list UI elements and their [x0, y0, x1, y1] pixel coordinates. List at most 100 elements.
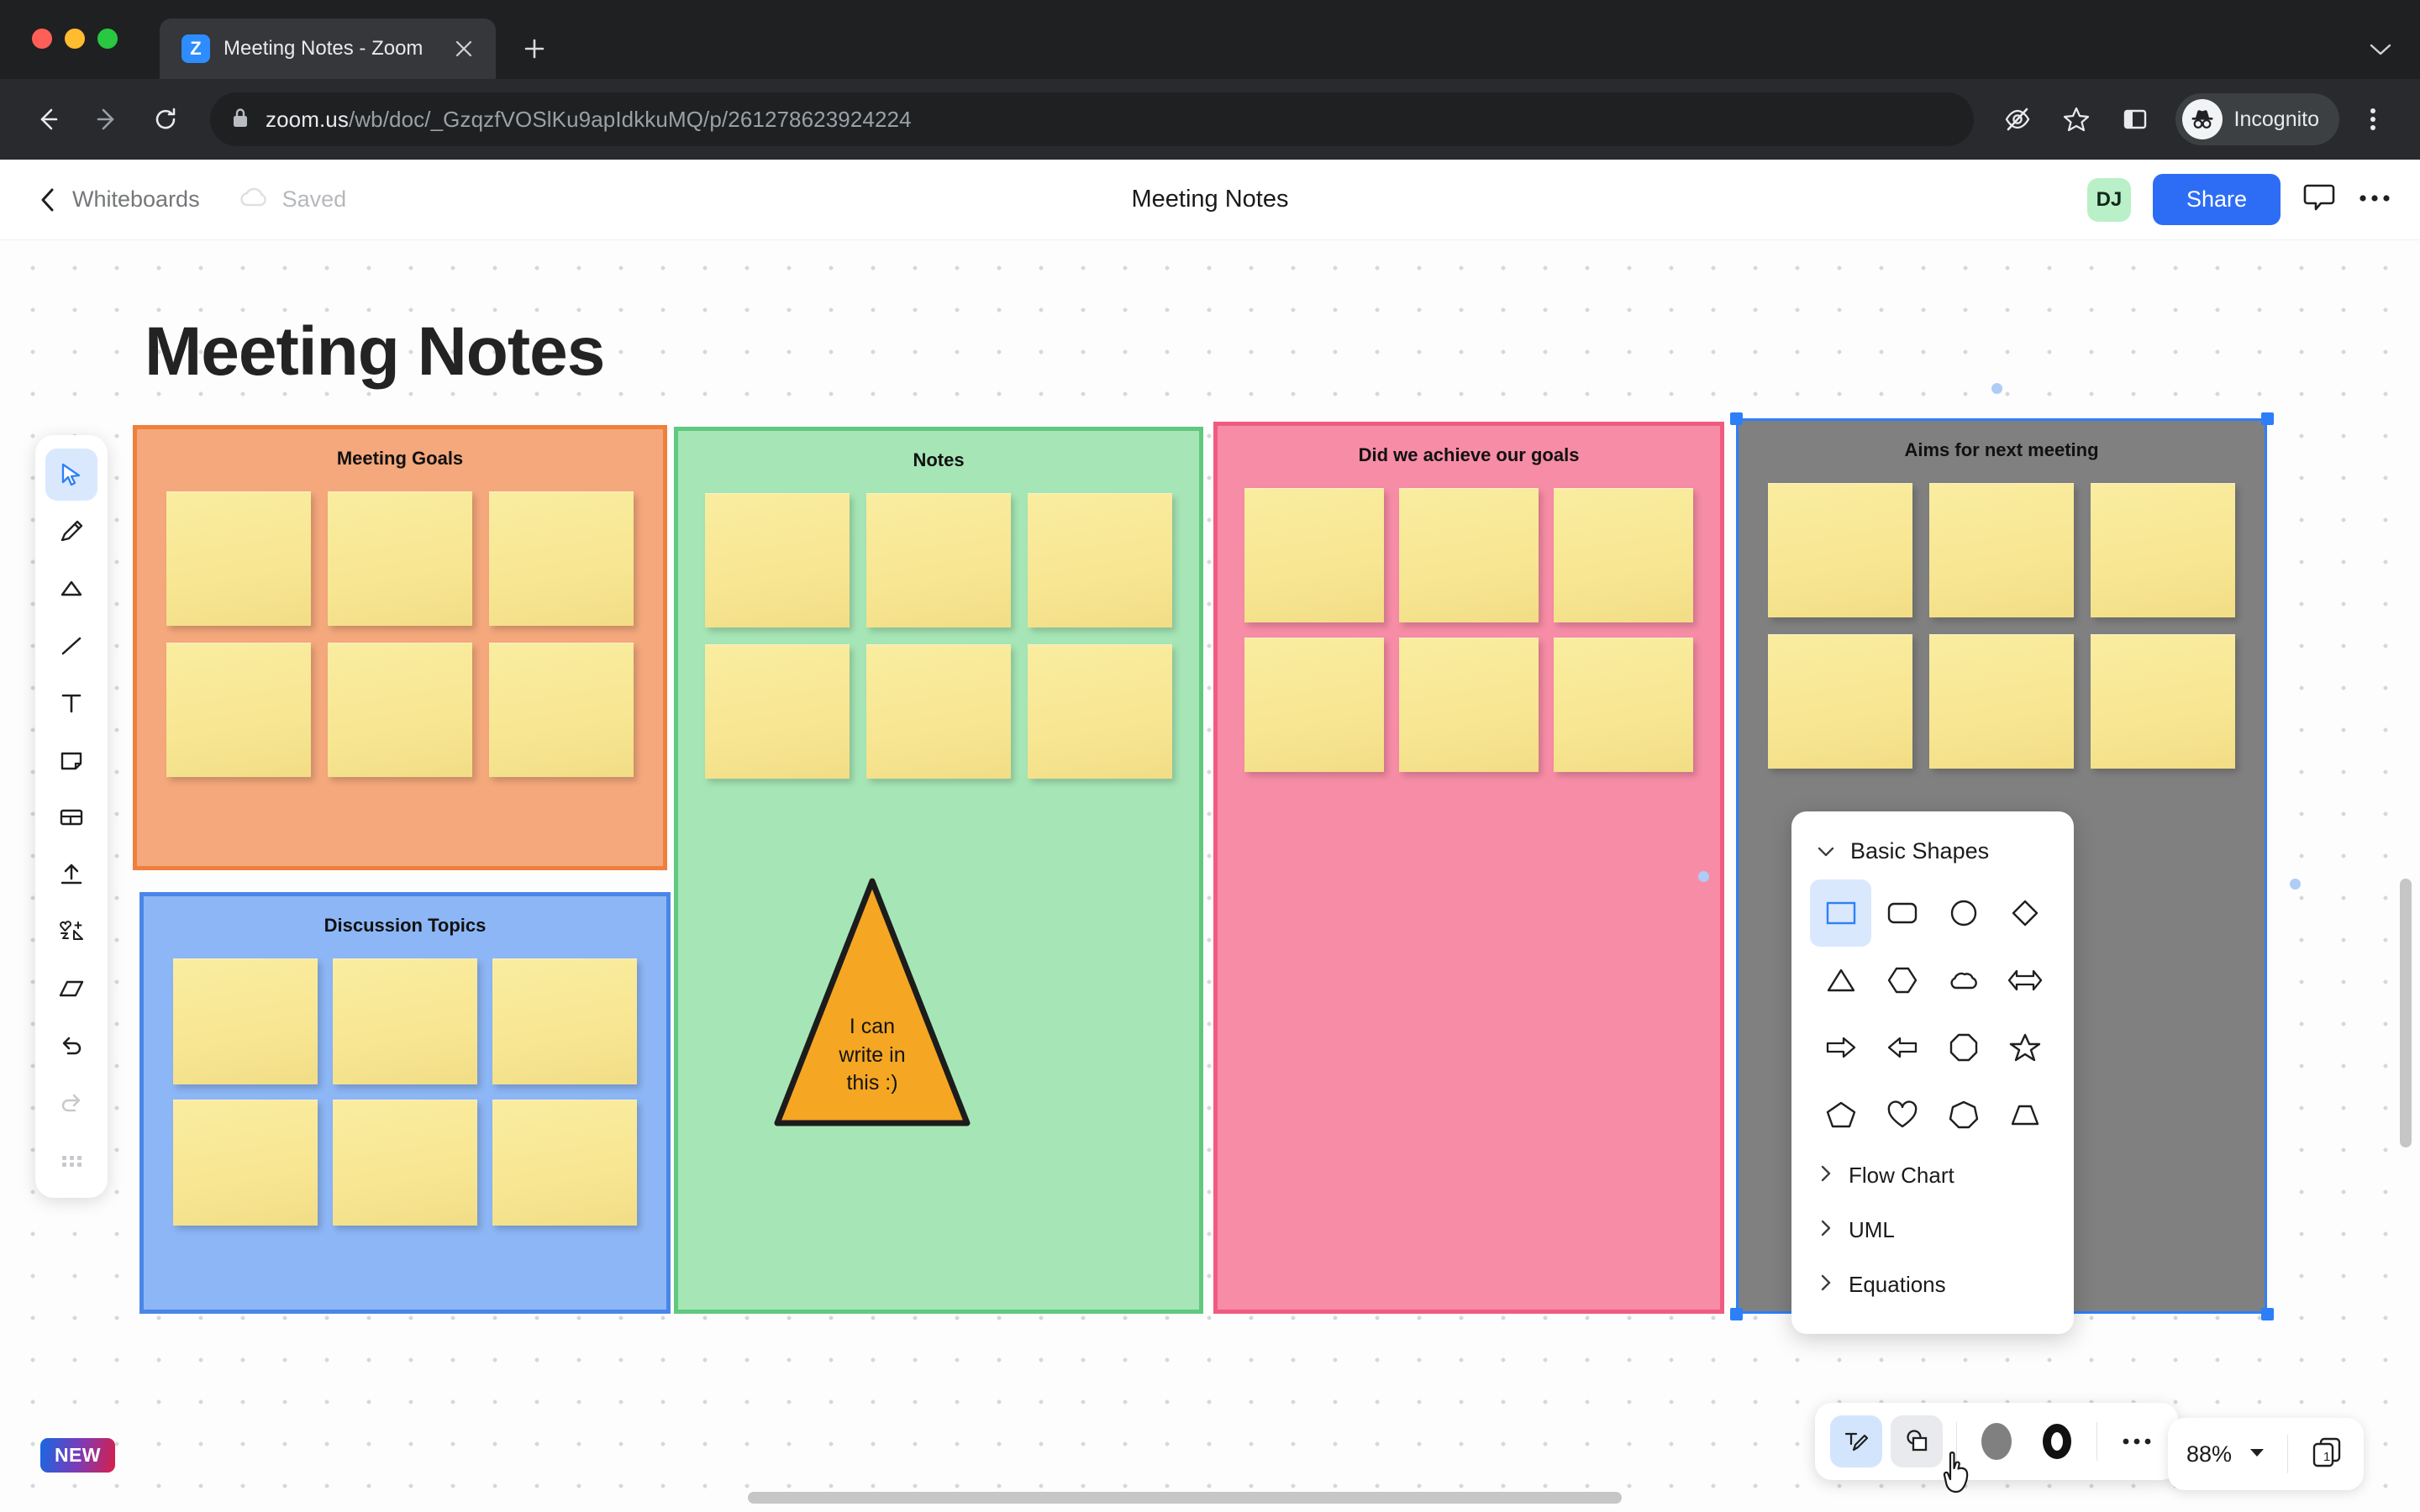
- frame-discussion-topics[interactable]: Discussion Topics: [139, 892, 671, 1314]
- avatar[interactable]: DJ: [2086, 177, 2131, 222]
- sticky-note[interactable]: [333, 1100, 477, 1226]
- tool-upload[interactable]: [45, 848, 97, 900]
- sticky-note[interactable]: [1244, 488, 1384, 622]
- close-icon[interactable]: [447, 32, 481, 66]
- board-title-text[interactable]: Meeting Notes: [145, 312, 605, 391]
- collapse-dot[interactable]: [1698, 871, 1709, 882]
- star-shape[interactable]: [1994, 1014, 2055, 1081]
- star-icon[interactable]: [2051, 94, 2102, 144]
- more-options-button[interactable]: [2111, 1415, 2163, 1467]
- drag-handle-icon[interactable]: [45, 1134, 97, 1186]
- resize-handle-bottom-left[interactable]: [1730, 1308, 1743, 1320]
- comment-bubble-icon[interactable]: [2302, 181, 2336, 218]
- tool-pen[interactable]: [45, 506, 97, 558]
- triangle-shape[interactable]: [1810, 947, 1871, 1014]
- sticky-note[interactable]: [1554, 638, 1693, 772]
- browser-tab[interactable]: Z Meeting Notes - Zoom: [160, 18, 496, 79]
- heptagon-shape[interactable]: [1933, 1081, 1994, 1148]
- hexagon-shape[interactable]: [1871, 947, 1933, 1014]
- sticky-note[interactable]: [705, 493, 850, 627]
- sticky-note[interactable]: [489, 491, 634, 626]
- sticky-note[interactable]: [166, 491, 311, 626]
- sticky-note[interactable]: [705, 644, 850, 779]
- sticky-note[interactable]: [2091, 483, 2235, 617]
- sticky-note[interactable]: [333, 958, 477, 1084]
- rectangle-shape[interactable]: [1810, 879, 1871, 947]
- sticky-note[interactable]: [489, 643, 634, 777]
- forward-arrow-icon[interactable]: [81, 93, 133, 145]
- right-arrow-shape[interactable]: [1810, 1014, 1871, 1081]
- eye-slash-icon[interactable]: [1992, 94, 2043, 144]
- shapes-section-uml[interactable]: UML: [1810, 1203, 2055, 1257]
- chevron-down-icon[interactable]: [2249, 1446, 2265, 1462]
- tool-shapes[interactable]: [45, 563, 97, 615]
- frame-anchor-dot[interactable]: [1991, 383, 2002, 394]
- trapezoid-shape[interactable]: [1994, 1081, 2055, 1148]
- shapes-section-basic-shapes[interactable]: Basic Shapes: [1810, 828, 2055, 869]
- text-style-button[interactable]: [1830, 1415, 1882, 1467]
- horizontal-scrollbar[interactable]: [748, 1492, 1622, 1504]
- sticky-note[interactable]: [1028, 493, 1172, 627]
- share-button[interactable]: Share: [2152, 174, 2281, 225]
- breadcrumb[interactable]: Whiteboards: [72, 186, 200, 213]
- tool-redo[interactable]: [45, 1077, 97, 1129]
- zoom-level-label[interactable]: 88%: [2186, 1441, 2232, 1467]
- maximize-window-button[interactable]: [97, 29, 118, 49]
- rounded-rectangle-shape[interactable]: [1871, 879, 1933, 947]
- sticky-note[interactable]: [328, 491, 472, 626]
- shape-style-button[interactable]: [1891, 1415, 1943, 1467]
- tool-line[interactable]: [45, 620, 97, 672]
- side-panel-icon[interactable]: [2110, 94, 2160, 144]
- fill-color-swatch[interactable]: [1970, 1415, 2023, 1467]
- sticky-note[interactable]: [173, 1100, 318, 1226]
- diamond-shape[interactable]: [1994, 879, 2055, 947]
- cloud-shape[interactable]: [1933, 947, 1994, 1014]
- octagon-shape[interactable]: [1933, 1014, 1994, 1081]
- tool-text[interactable]: [45, 677, 97, 729]
- sticky-note[interactable]: [1554, 488, 1693, 622]
- chevron-down-icon[interactable]: [2370, 36, 2391, 62]
- vertical-scrollbar[interactable]: [2400, 879, 2412, 1147]
- sticky-note[interactable]: [866, 644, 1011, 779]
- three-dots-vertical-icon[interactable]: [2348, 94, 2398, 144]
- sticky-note[interactable]: [1244, 638, 1384, 772]
- profile-incognito-button[interactable]: Incognito: [2175, 93, 2339, 145]
- triangle-shape[interactable]: I can write in this :): [772, 876, 972, 1128]
- tool-frame[interactable]: [45, 791, 97, 843]
- minimize-window-button[interactable]: [65, 29, 85, 49]
- sticky-note[interactable]: [1929, 483, 2074, 617]
- sticky-note[interactable]: [2091, 634, 2235, 769]
- frame-anchor-dot[interactable]: [2290, 879, 2301, 890]
- close-window-button[interactable]: [32, 29, 52, 49]
- left-arrow-shape[interactable]: [1871, 1014, 1933, 1081]
- tool-undo[interactable]: [45, 1020, 97, 1072]
- tool-sticky-note[interactable]: [45, 734, 97, 786]
- sticky-note[interactable]: [492, 1100, 637, 1226]
- frame-meeting-goals[interactable]: Meeting Goals: [133, 425, 667, 870]
- resize-handle-top-left[interactable]: [1730, 412, 1743, 425]
- sticky-note[interactable]: [166, 643, 311, 777]
- three-dots-horizontal-icon[interactable]: [2358, 192, 2391, 207]
- back-arrow-icon[interactable]: [22, 93, 74, 145]
- sticky-note[interactable]: [1768, 483, 1912, 617]
- chevron-left-icon[interactable]: [29, 187, 67, 213]
- frame-did-we-achieve-our-goals[interactable]: Did we achieve our goals: [1213, 422, 1724, 1314]
- pentagon-shape[interactable]: [1810, 1081, 1871, 1148]
- reload-icon[interactable]: [139, 93, 192, 145]
- border-color-swatch[interactable]: [2031, 1415, 2083, 1467]
- frame-notes[interactable]: Notes I can write in this:): [674, 427, 1203, 1314]
- sticky-note[interactable]: [328, 643, 472, 777]
- new-tab-button[interactable]: [511, 25, 558, 72]
- sticky-note[interactable]: [492, 958, 637, 1084]
- sticky-note[interactable]: [1399, 488, 1539, 622]
- sticky-note[interactable]: [866, 493, 1011, 627]
- resize-handle-bottom-right[interactable]: [2261, 1308, 2274, 1320]
- sticky-note[interactable]: [1929, 634, 2074, 769]
- tool-eraser[interactable]: [45, 963, 97, 1015]
- resize-handle-top-right[interactable]: [2261, 412, 2274, 425]
- whiteboard-canvas[interactable]: Meeting Notes Meeting Goals Discussion T…: [0, 240, 2420, 1512]
- shapes-section-flow-chart[interactable]: Flow Chart: [1810, 1148, 2055, 1203]
- sticky-note[interactable]: [173, 958, 318, 1084]
- shapes-section-equations[interactable]: Equations: [1810, 1257, 2055, 1312]
- sticky-note[interactable]: [1028, 644, 1172, 779]
